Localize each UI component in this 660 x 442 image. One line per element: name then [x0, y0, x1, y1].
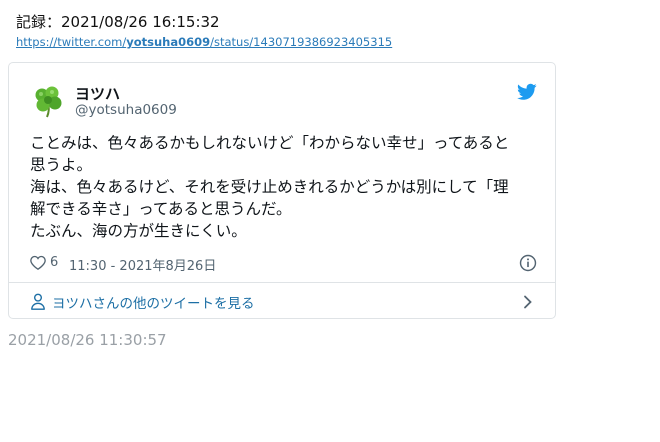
more-tweets-link[interactable]: ヨツハさんの他のツイートを見る: [9, 283, 555, 319]
tweet-text-line: 思うよ。: [30, 156, 93, 174]
tweet-timestamp[interactable]: 11:30 - 2021年8月26日: [69, 255, 216, 274]
twitter-bird-icon[interactable]: [517, 83, 537, 101]
chevron-right-icon: [523, 294, 533, 309]
author-handle[interactable]: @yotsuha0609: [75, 102, 177, 118]
heart-icon[interactable]: [30, 255, 46, 270]
url-prefix: https://twitter.com/: [16, 35, 127, 49]
more-tweets-label: ヨツハさんの他のツイートを見る: [52, 296, 255, 312]
url-username: yotsuha0609: [126, 35, 211, 49]
tweet-card: ヨツハ @yotsuha0609 ことみは、色々あるかもしれないけど「わからない…: [8, 62, 556, 319]
record-title: 記録：2021/08/26 16:15:32: [16, 13, 220, 31]
author-name[interactable]: ヨツハ: [75, 83, 120, 104]
info-icon[interactable]: [519, 254, 537, 272]
tweet-text-line: 解できる辛さ」ってあると思うんだ。: [30, 200, 292, 218]
tweet-text-line: 海は、色々あるけど、それを受け止めきれるかどうかは別にして「理: [30, 178, 509, 196]
url-status-path: /status/1430719386923405315: [210, 35, 393, 49]
like-count[interactable]: 6: [50, 255, 58, 270]
person-icon: [30, 293, 46, 310]
tweet-text-line: ことみは、色々あるかもしれないけど「わからない幸せ」ってあると: [30, 134, 510, 152]
tweet-text: ことみは、色々あるかもしれないけど「わからない幸せ」ってあると 思うよ。 海は、…: [30, 132, 535, 242]
clover-avatar[interactable]: [30, 83, 66, 119]
tweet-url-link[interactable]: https://twitter.com/yotsuha0609/status/1…: [16, 35, 392, 49]
saved-timestamp: 2021/08/26 11:30:57: [8, 331, 167, 349]
tweet-actions: 6 11:30 - 2021年8月26日: [30, 252, 540, 274]
tweet-text-line: たぶん、海の方が生きにくい。: [30, 222, 247, 240]
